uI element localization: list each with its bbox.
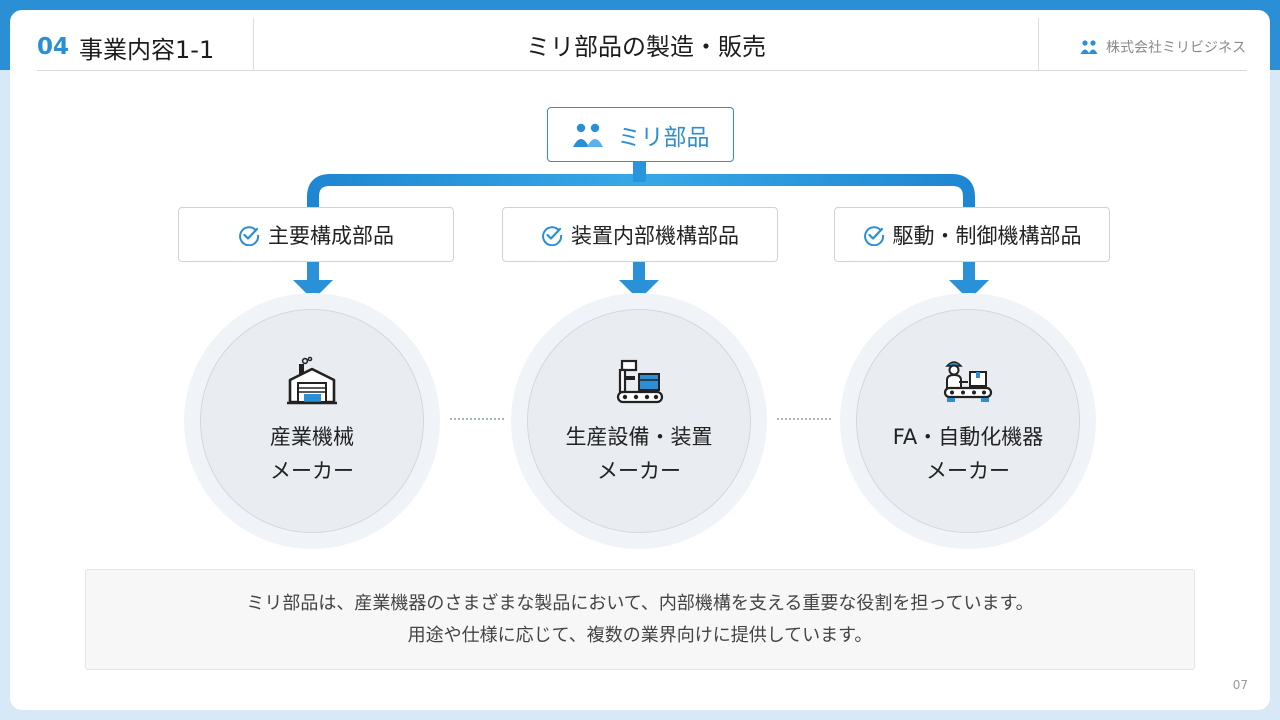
target-circle: 産業機械 メーカー	[200, 309, 424, 533]
worker-conveyor-icon	[943, 361, 993, 402]
target-label: 産業機械 メーカー	[270, 420, 354, 488]
target-label-line2: メーカー	[270, 459, 354, 483]
page-number: 07	[1232, 678, 1248, 692]
check-circle-icon	[542, 225, 563, 246]
root-stem	[633, 160, 646, 182]
description-line-1: ミリ部品は、産業機器のさまざまな製品において、内部機構を支える重要な役割を担って…	[246, 592, 1034, 614]
company-logo-icon	[572, 123, 603, 147]
check-circle-icon	[863, 225, 884, 246]
target-label-line1: 生産設備・装置	[565, 425, 713, 449]
target-label-line2: メーカー	[926, 459, 1010, 483]
target-label-line1: 産業機械	[270, 425, 354, 449]
category-main-components: 主要構成部品	[178, 207, 454, 262]
slide-card: 04 事業内容1-1 ミリ部品の製造・販売 株式会社ミリビジネス ミリ部品 主要…	[10, 10, 1270, 710]
root-label: ミリ部品	[617, 124, 710, 151]
target-circle: 生産設備・装置 メーカー	[527, 309, 751, 533]
check-circle-icon	[239, 225, 260, 246]
category-label: 主要構成部品	[268, 223, 394, 248]
category-label: 駆動・制御機構部品	[892, 223, 1082, 248]
target-fa-automation: FA・自動化機器 メーカー	[840, 293, 1096, 549]
target-label-line2: メーカー	[597, 459, 681, 483]
category-internal-mechanism: 装置内部機構部品	[502, 207, 778, 262]
target-label: FA・自動化機器 メーカー	[893, 420, 1044, 488]
target-label: 生産設備・装置 メーカー	[566, 420, 713, 488]
root-node: ミリ部品	[547, 107, 734, 162]
target-circle: FA・自動化機器 メーカー	[856, 309, 1080, 533]
factory-icon	[287, 356, 337, 405]
description-line-2: 用途や仕様に応じて、複数の業界向けに提供しています。	[407, 624, 873, 646]
category-label: 装置内部機構部品	[571, 223, 739, 248]
target-label-line1: FA・自動化機器	[892, 425, 1044, 449]
target-industrial-machinery: 産業機械 メーカー	[184, 293, 440, 549]
target-production-equipment: 生産設備・装置 メーカー	[511, 293, 767, 549]
category-drive-control: 駆動・制御機構部品	[834, 207, 1110, 262]
production-equipment-icon	[616, 359, 664, 404]
dotted-separator	[777, 418, 831, 420]
description-box: ミリ部品は、産業機器のさまざまな製品において、内部機構を支える重要な役割を担って…	[85, 569, 1195, 670]
dotted-separator	[450, 418, 504, 420]
